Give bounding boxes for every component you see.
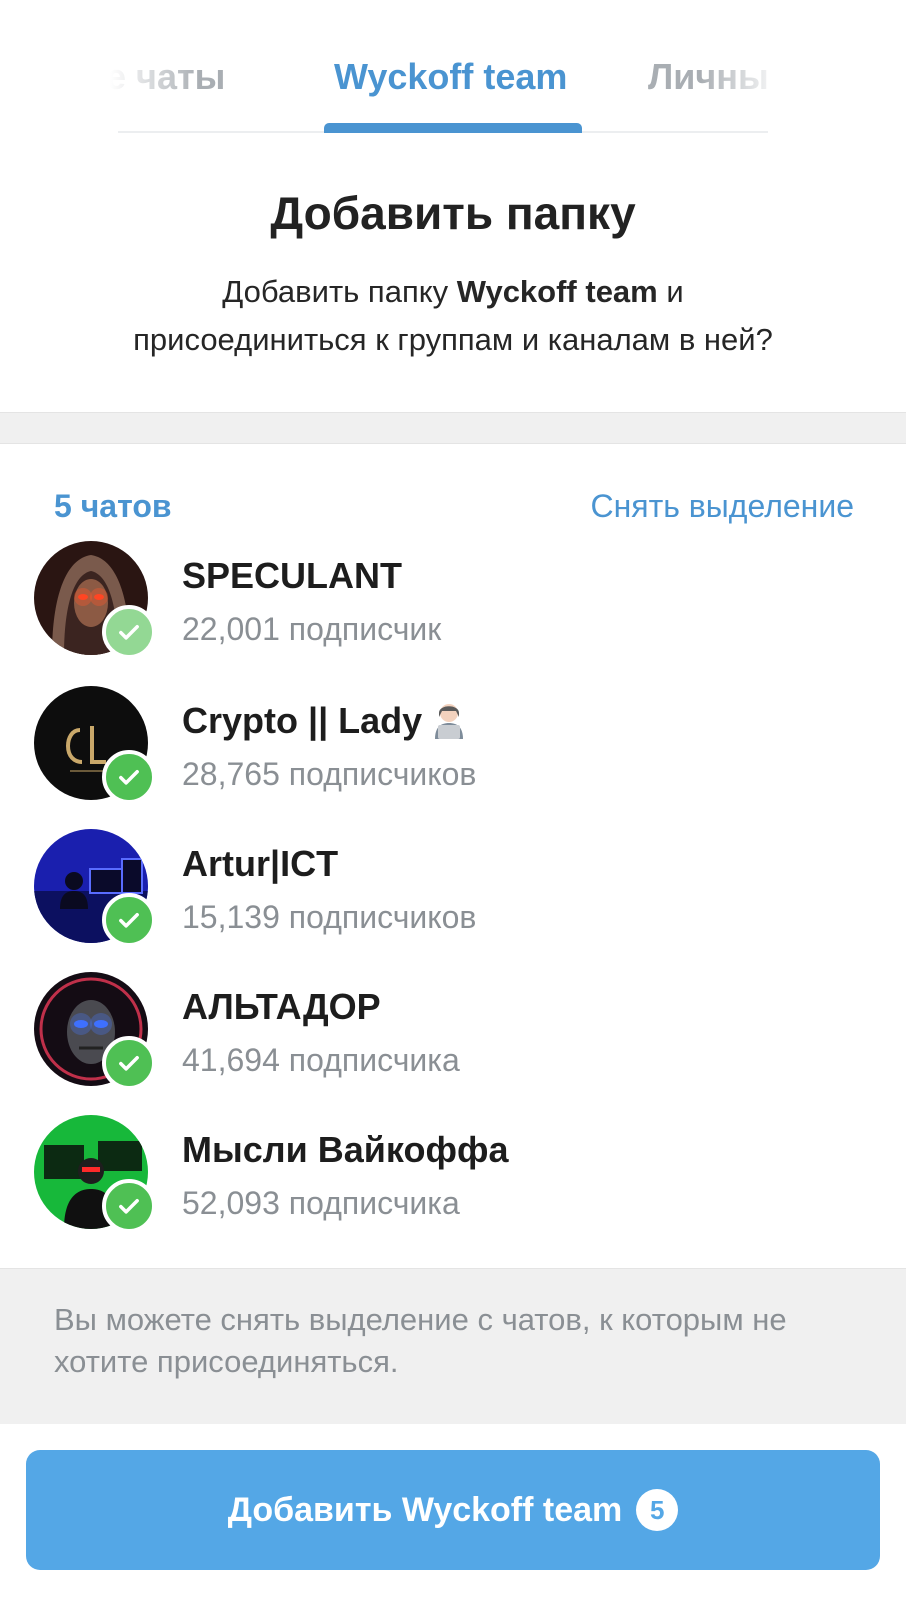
selected-check-icon (102, 1036, 156, 1090)
chat-row-crypto-lady[interactable]: Crypto || Lady 28,765 подписчиков (0, 686, 906, 832)
chat-name: Crypto || Lady (182, 700, 468, 742)
tabs-fade-left (0, 40, 200, 120)
dialog-title: Добавить папку (270, 187, 636, 239)
tab-wyckoff-team[interactable]: Wyckoff team (334, 56, 567, 98)
chat-row-speculant[interactable]: SPECULANT 22,001 подписчик (0, 541, 906, 687)
chat-name-text: Crypto || Lady (182, 700, 423, 741)
chat-subscribers: 28,765 подписчиков (182, 756, 477, 792)
bottom-bar: Добавить Wyckoff team 5 (0, 1424, 906, 1600)
add-folder-button-label: Добавить Wyckoff team (227, 1490, 623, 1529)
chat-name: SPECULANT (182, 555, 403, 596)
chat-name: Artur|ICT (182, 843, 339, 884)
chat-subscribers: 15,139 подписчиков (182, 899, 477, 935)
deselect-hint: Вы можете снять выделение с чатов, к кот… (0, 1268, 906, 1424)
chat-row-artur-ict[interactable]: Artur|ICT 15,139 подписчиков (0, 829, 906, 975)
selected-check-icon (102, 1179, 156, 1233)
selected-check-icon (102, 893, 156, 947)
chat-name: Мысли Вайкоффа (182, 1129, 509, 1170)
deselect-all-button[interactable]: Снять выделение (590, 488, 854, 525)
section-separator (0, 412, 906, 444)
selected-check-icon (102, 605, 156, 659)
desc-line2: присоединиться к группам и каналам в ней… (133, 322, 773, 357)
chat-row-mysli-vaykoffa[interactable]: Мысли Вайкоффа 52,093 подписчика (0, 1115, 906, 1261)
desc-folder-name: Wyckoff team (456, 274, 658, 309)
selected-count-badge: 5 (636, 1489, 679, 1531)
selected-check-icon (102, 750, 156, 804)
dialog-description: Добавить папку Wyckoff team и присоедини… (40, 268, 866, 364)
add-folder-button[interactable]: Добавить Wyckoff team 5 (26, 1450, 880, 1570)
active-tab-indicator (324, 123, 582, 133)
chat-subscribers: 52,093 подписчика (182, 1185, 460, 1221)
chat-subscribers: 22,001 подписчик (182, 611, 442, 647)
desc-prefix: Добавить папку (222, 274, 457, 309)
woman-technologist-icon (435, 704, 464, 739)
folder-tabs: се чаты Wyckoff team Личны (0, 0, 906, 134)
chat-name: АЛЬТАДОР (182, 986, 381, 1027)
tabs-fade-right (700, 40, 906, 120)
chat-subscribers: 41,694 подписчика (182, 1042, 460, 1078)
desc-line1-suffix: и (657, 274, 684, 309)
chat-row-altador[interactable]: АЛЬТАДОР 41,694 подписчика (0, 972, 906, 1118)
chat-count: 5 чатов (54, 488, 172, 524)
